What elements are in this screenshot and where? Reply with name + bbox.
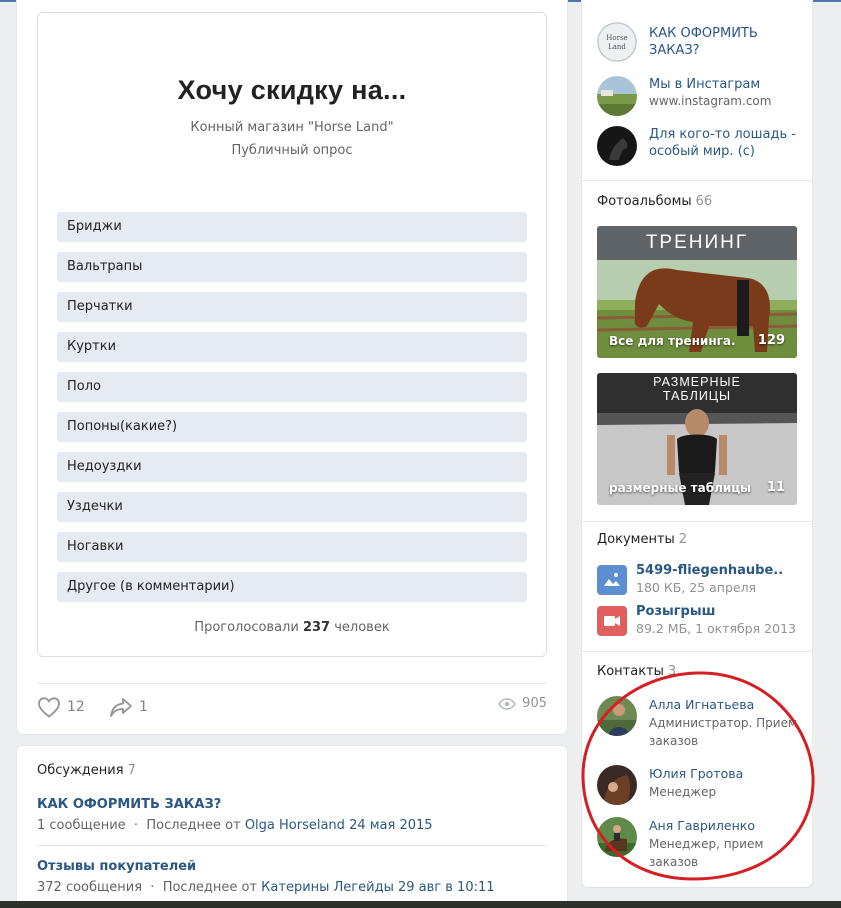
share-icon <box>110 698 132 717</box>
document-item[interactable]: Розыгрыш 89.2 МБ, 1 октября 2013 <box>597 604 802 640</box>
eye-icon <box>498 697 517 710</box>
documents-title[interactable]: Документы 2 <box>597 532 687 547</box>
document-meta: 180 КБ, 25 апреля <box>636 580 757 595</box>
documents-title-text: Документы <box>597 532 675 547</box>
poll-title: Хочу скидку на... <box>177 75 407 105</box>
link-item[interactable]: Для кого-то лошадь - особый мир. (с) <box>597 126 802 170</box>
document-meta: 89.2 МБ, 1 октября 2013 <box>636 621 796 636</box>
albums-count: 66 <box>695 194 713 209</box>
link-item[interactable]: Horse Land КАК ОФОРМИТЬ ЗАКАЗ? <box>597 22 802 66</box>
divider <box>37 683 547 684</box>
documents-count: 2 <box>678 532 688 547</box>
like-button[interactable]: 12 <box>37 696 85 718</box>
poll-option[interactable]: Вальтрапы <box>57 252 527 282</box>
topic-last-author[interactable]: Olga Horseland <box>245 818 345 833</box>
poll-total-count: 237 <box>302 620 331 635</box>
album-title: размерные таблицы <box>609 481 752 495</box>
poll-option[interactable]: Поло <box>57 372 527 402</box>
albums-title[interactable]: Фотоальбомы 66 <box>597 194 712 209</box>
divider <box>37 845 547 846</box>
document-name: 5499-fliegenhaube.. <box>636 563 784 578</box>
albums-title-text: Фотоальбомы <box>597 194 692 209</box>
horse-land-logo: Horse Land <box>597 22 637 62</box>
document-name: Розыгрыш <box>636 604 716 619</box>
annotation-ellipse <box>581 671 815 881</box>
instagram-thumb <box>597 76 637 116</box>
poll-total-prefix: Проголосовали <box>194 620 299 635</box>
album-banner: ТРЕНИНГ <box>645 232 749 253</box>
topic-last-date[interactable]: 29 авг в 10:11 <box>398 880 495 895</box>
image-doc-icon <box>597 565 627 595</box>
poll-total-suffix: человек <box>334 620 390 635</box>
video-doc-icon <box>597 606 627 636</box>
topic-last-prefix: Последнее от <box>146 818 241 833</box>
poll-options: Бриджи Вальтрапы Перчатки Куртки Поло По… <box>57 212 527 612</box>
poll-option[interactable]: Куртки <box>57 332 527 362</box>
poll-attachment: Хочу скидку на... Конный магазин "Horse … <box>37 12 547 657</box>
topic-last-prefix: Последнее от <box>162 880 258 895</box>
album-banner-line: РАЗМЕРНЫЕ <box>653 375 741 389</box>
discussions-card: Обсуждения 7 КАК ОФОРМИТЬ ЗАКАЗ? 1 сообще… <box>17 746 567 908</box>
poll-option[interactable]: Недоуздки <box>57 452 527 482</box>
poll-option[interactable]: Ногавки <box>57 532 527 562</box>
discussions-count: 7 <box>127 763 136 778</box>
poll-option[interactable]: Другое (в комментарии) <box>57 572 527 602</box>
album-card[interactable]: ТРЕНИНГ Все для тренинга. 129 <box>597 226 797 358</box>
topic-messages: 1 сообщение <box>37 818 126 833</box>
svg-text:Land: Land <box>608 43 626 51</box>
document-item[interactable]: 5499-fliegenhaube.. 180 КБ, 25 апреля <box>597 563 802 599</box>
bottom-strip <box>0 901 841 908</box>
poll-option[interactable]: Бриджи <box>57 212 527 242</box>
link-url: www.instagram.com <box>649 94 772 108</box>
topic-last-author[interactable]: Катерины Легейды <box>261 880 394 895</box>
divider <box>582 521 812 522</box>
topic-meta: 372 сообщения · Последнее от Катерины Ле… <box>37 880 495 895</box>
link-title: Для кого-то лошадь - особый мир. (с) <box>649 127 796 159</box>
topic-messages: 372 сообщения <box>37 880 143 895</box>
topic-meta: 1 сообщение · Последнее от Olga Horselan… <box>37 818 433 833</box>
poll-author: Конный магазин "Horse Land" <box>190 120 394 135</box>
discussions-title[interactable]: Обсуждения 7 <box>37 763 136 778</box>
post-card: Хочу скидку на... Конный магазин "Horse … <box>17 0 567 734</box>
album-title: Все для тренинга. <box>609 334 736 348</box>
topic-link[interactable]: КАК ОФОРМИТЬ ЗАКАЗ? <box>37 797 221 812</box>
divider <box>582 180 812 181</box>
share-count: 1 <box>139 699 148 715</box>
link-title: Мы в Инстаграм <box>649 77 761 92</box>
poll-type: Публичный опрос <box>231 143 353 158</box>
poll-option[interactable]: Перчатки <box>57 292 527 322</box>
album-banner-line: ТАБЛИЦЫ <box>662 389 732 403</box>
album-photo-count: 11 <box>766 480 785 495</box>
topic-last-date[interactable]: 24 мая 2015 <box>349 818 432 833</box>
album-banner: РАЗМЕРНЫЕ ТАБЛИЦЫ <box>597 375 797 403</box>
topic-link[interactable]: Отзывы покупателей <box>37 859 196 874</box>
views-counter: 905 <box>498 696 547 711</box>
post-actions: 12 1 905 <box>37 696 547 720</box>
poll-total: Проголосовали 237 человек <box>38 620 546 635</box>
heart-icon <box>38 697 60 718</box>
svg-text:Horse: Horse <box>606 34 627 42</box>
album-card[interactable]: РАЗМЕРНЫЕ ТАБЛИЦЫ размерные таблицы 11 <box>597 373 797 505</box>
discussions-title-text: Обсуждения <box>37 763 124 778</box>
album-photo-count: 129 <box>757 333 785 348</box>
black-horse-thumb <box>597 126 637 166</box>
divider <box>582 651 812 652</box>
share-button[interactable]: 1 <box>109 696 148 718</box>
poll-option[interactable]: Попоны(какие?) <box>57 412 527 442</box>
link-item[interactable]: Мы в Инстаграм www.instagram.com <box>597 76 802 120</box>
like-count: 12 <box>67 699 85 715</box>
link-title: КАК ОФОРМИТЬ ЗАКАЗ? <box>649 26 758 58</box>
poll-option[interactable]: Уздечки <box>57 492 527 522</box>
views-count: 905 <box>522 696 547 711</box>
